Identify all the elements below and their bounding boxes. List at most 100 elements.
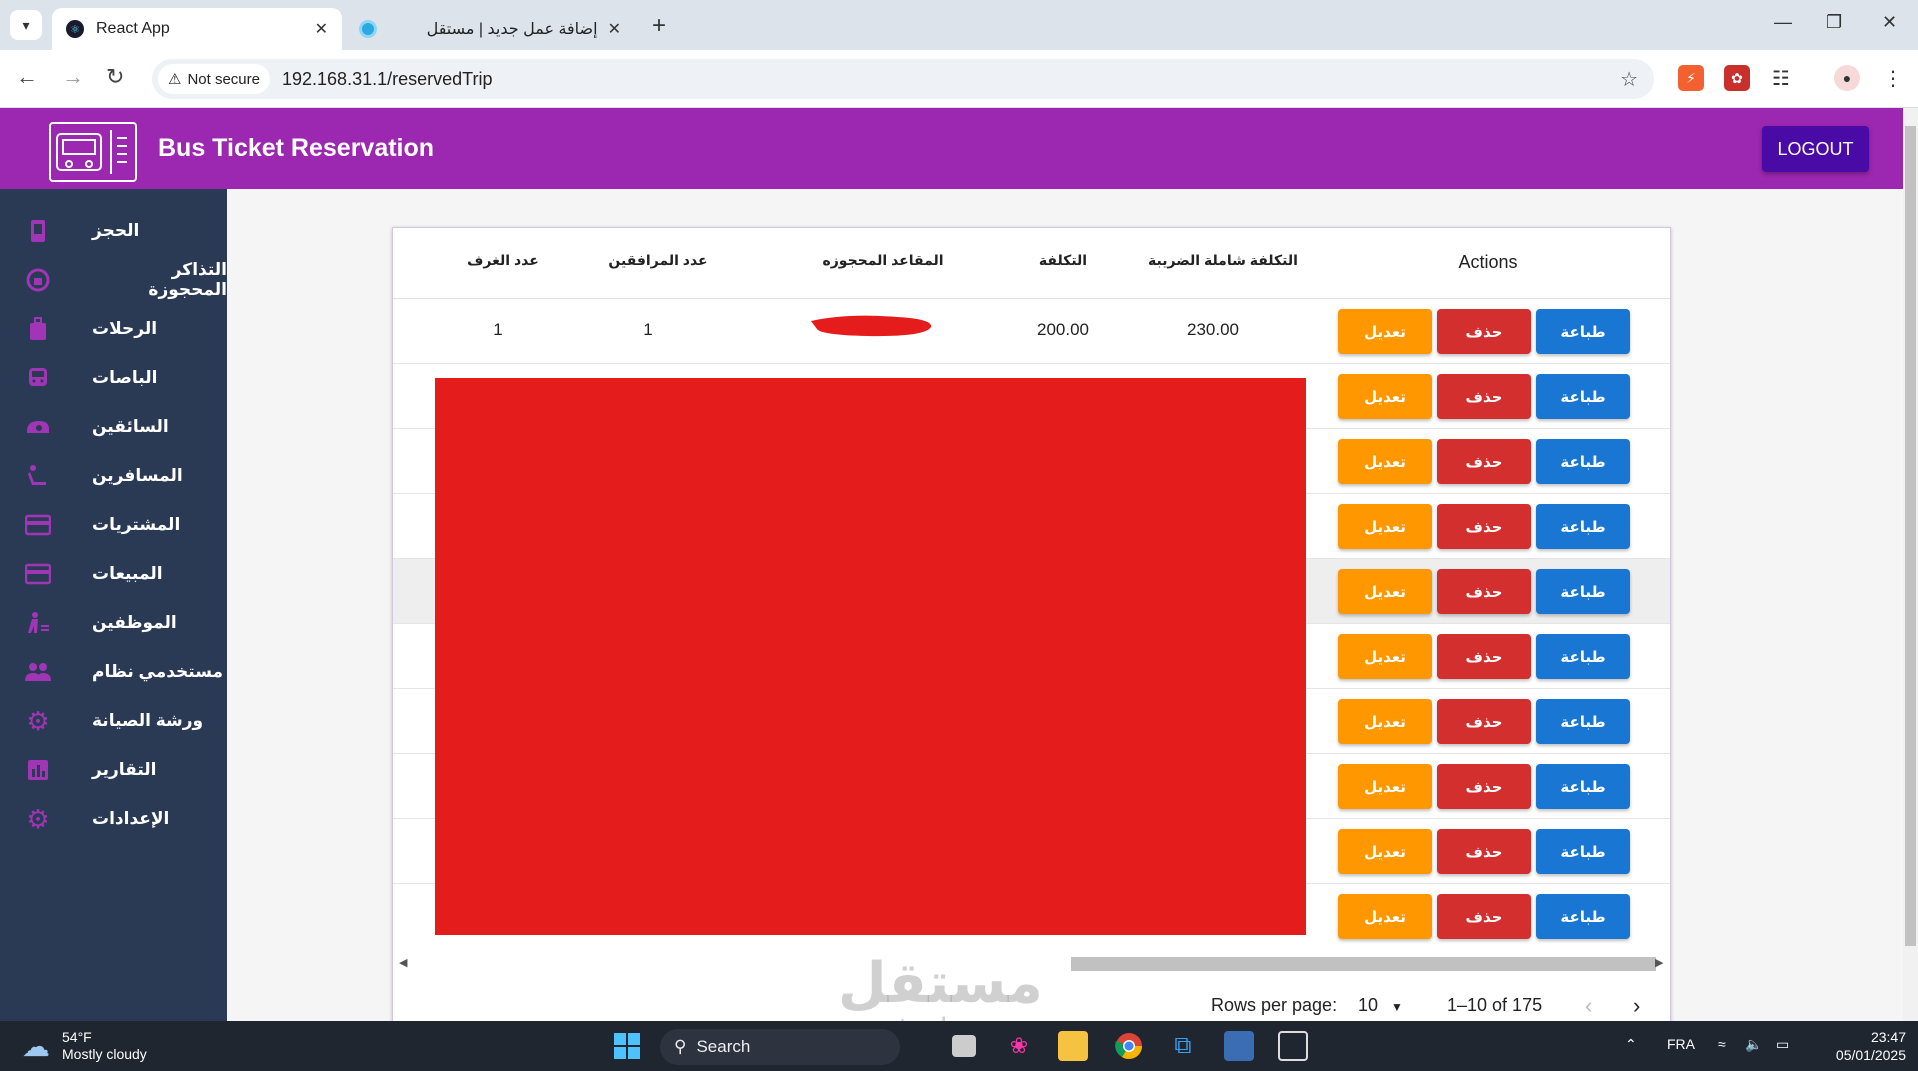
edit-button[interactable]: تعديل	[1338, 634, 1432, 679]
delete-button[interactable]: حذف	[1437, 829, 1531, 874]
header-cost-with-tax: التكلفة شاملة الضريبة	[1148, 252, 1298, 268]
close-icon[interactable]: ✕	[315, 19, 328, 39]
task-view-icon[interactable]	[952, 1035, 976, 1057]
edit-button[interactable]: تعديل	[1338, 309, 1432, 354]
scroll-thumb[interactable]	[1905, 126, 1916, 946]
file-explorer-icon[interactable]	[1058, 1031, 1088, 1061]
sidebar-item-reports[interactable]: التقارير	[0, 746, 227, 794]
temperature: 54°F	[62, 1029, 92, 1045]
star-icon[interactable]: ☆	[1620, 67, 1638, 92]
print-button[interactable]: طباعة	[1536, 699, 1630, 744]
edit-button[interactable]: تعديل	[1338, 439, 1432, 484]
delete-button[interactable]: حذف	[1437, 894, 1531, 939]
weather-widget[interactable]: ☁ 54°F Mostly cloudy	[22, 1029, 147, 1063]
tab-mostaql[interactable]: إضافة عمل جديد | مستقل ✕	[345, 8, 635, 50]
menu-icon[interactable]: ⋮	[1880, 65, 1906, 91]
sidebar-item-reserved-tickets[interactable]: التذاكر المحجوزة	[0, 256, 227, 304]
app-icon[interactable]	[1224, 1031, 1254, 1061]
delete-button[interactable]: حذف	[1437, 699, 1531, 744]
print-button[interactable]: طباعة	[1536, 439, 1630, 484]
edit-button[interactable]: تعديل	[1338, 504, 1432, 549]
logout-button[interactable]: LOGOUT	[1762, 126, 1869, 172]
warning-icon: ⚠	[168, 71, 182, 88]
clock[interactable]: 23:47 05/01/2025	[1816, 1028, 1906, 1064]
tab-react-app[interactable]: ⚛ React App ✕	[52, 8, 342, 50]
edit-button[interactable]: تعديل	[1338, 374, 1432, 419]
sidebar-item-settings[interactable]: ⚙ الإعدادات	[0, 795, 227, 843]
cell-cost: 200.00	[1037, 320, 1089, 339]
steering-icon	[25, 414, 51, 440]
sidebar-item-label: الرحلات	[92, 319, 158, 338]
brave-extension-icon[interactable]: ⚡	[1678, 65, 1704, 91]
omnibox[interactable]: ⚠ Not secure 192.168.31.1/reservedTrip ☆	[152, 59, 1654, 99]
vertical-scrollbar[interactable]	[1903, 108, 1918, 1021]
tab-title: إضافة عمل جديد | مستقل	[426, 21, 598, 38]
vscode-icon[interactable]: ⧉	[1168, 1031, 1198, 1061]
profile-avatar[interactable]: ●	[1834, 65, 1860, 91]
rows-per-page-select[interactable]: 10 ▼	[1358, 995, 1403, 1016]
cell-cost-with-tax: 230.00	[1187, 320, 1239, 339]
security-chip[interactable]: ⚠ Not secure	[158, 64, 270, 94]
sidebar-item-drivers[interactable]: السائقين	[0, 403, 227, 451]
sidebar-item-booking[interactable]: الحجز	[0, 207, 227, 255]
chrome-icon[interactable]	[1114, 1031, 1144, 1061]
print-button[interactable]: طباعة	[1536, 374, 1630, 419]
chevron-right-icon[interactable]: ›	[1633, 993, 1640, 1019]
puzzle-icon[interactable]: ☷	[1768, 65, 1794, 91]
delete-button[interactable]: حذف	[1437, 504, 1531, 549]
print-button[interactable]: طباعة	[1536, 634, 1630, 679]
delete-button[interactable]: حذف	[1437, 374, 1531, 419]
scroll-thumb[interactable]	[1071, 957, 1656, 971]
edit-button[interactable]: تعديل	[1338, 764, 1432, 809]
chevron-left-icon[interactable]: ‹	[1585, 993, 1592, 1019]
print-button[interactable]: طباعة	[1536, 309, 1630, 354]
delete-button[interactable]: حذف	[1437, 309, 1531, 354]
watermark: مستقل	[838, 951, 1043, 1014]
tab-list-button[interactable]: ▾	[10, 10, 42, 40]
sidebar-item-trips[interactable]: الرحلات	[0, 305, 227, 353]
forward-icon[interactable]: →	[62, 64, 84, 90]
scroll-left-icon[interactable]: ◀	[399, 956, 407, 969]
sidebar-item-label: التذاكر المحجوزة	[148, 260, 227, 299]
sidebar-item-purchases[interactable]: المشتريات	[0, 501, 227, 549]
redaction-mark	[811, 315, 932, 337]
delete-button[interactable]: حذف	[1437, 439, 1531, 484]
taskbar-search[interactable]: ⚲ Search	[660, 1029, 900, 1065]
print-button[interactable]: طباعة	[1536, 504, 1630, 549]
windows-start-icon[interactable]	[612, 1031, 642, 1061]
print-button[interactable]: طباعة	[1536, 569, 1630, 614]
edit-button[interactable]: تعديل	[1338, 829, 1432, 874]
new-tab-button[interactable]: +	[652, 12, 666, 40]
sidebar-item-buses[interactable]: الباصات	[0, 354, 227, 402]
delete-button[interactable]: حذف	[1437, 764, 1531, 809]
print-button[interactable]: طباعة	[1536, 829, 1630, 874]
minimize-icon[interactable]: —	[1774, 12, 1792, 33]
volume-icon[interactable]: 🔈	[1745, 1036, 1762, 1053]
close-icon[interactable]: ✕	[608, 19, 621, 39]
delete-button[interactable]: حذف	[1437, 634, 1531, 679]
close-window-icon[interactable]: ✕	[1882, 12, 1897, 33]
snipping-tool-icon[interactable]	[1278, 1031, 1308, 1061]
copilot-icon[interactable]: ❀	[1004, 1031, 1034, 1061]
battery-icon[interactable]: ▭	[1776, 1036, 1789, 1053]
edit-button[interactable]: تعديل	[1338, 894, 1432, 939]
wifi-icon[interactable]: ≈	[1718, 1036, 1726, 1052]
reload-icon[interactable]: ↻	[106, 64, 124, 90]
extension-icon[interactable]: ✿	[1724, 65, 1750, 91]
sidebar-item-passengers[interactable]: المسافرين	[0, 452, 227, 500]
edit-button[interactable]: تعديل	[1338, 699, 1432, 744]
language-indicator[interactable]: FRA	[1667, 1036, 1695, 1052]
scroll-right-icon[interactable]: ▶	[1655, 956, 1663, 969]
sidebar-item-system-users[interactable]: مستخدمي نظام	[0, 648, 227, 696]
url-text[interactable]: 192.168.31.1/reservedTrip	[282, 69, 492, 90]
print-button[interactable]: طباعة	[1536, 764, 1630, 809]
sidebar-item-sales[interactable]: المبيعات	[0, 550, 227, 598]
edit-button[interactable]: تعديل	[1338, 569, 1432, 614]
sidebar-item-maintenance[interactable]: ⚙ ورشة الصيانة	[0, 697, 227, 745]
delete-button[interactable]: حذف	[1437, 569, 1531, 614]
restore-icon[interactable]: ❐	[1826, 12, 1842, 33]
print-button[interactable]: طباعة	[1536, 894, 1630, 939]
back-icon[interactable]: ←	[16, 64, 38, 90]
sidebar-item-employees[interactable]: الموظفين	[0, 599, 227, 647]
chevron-up-icon[interactable]: ⌃	[1625, 1036, 1637, 1053]
